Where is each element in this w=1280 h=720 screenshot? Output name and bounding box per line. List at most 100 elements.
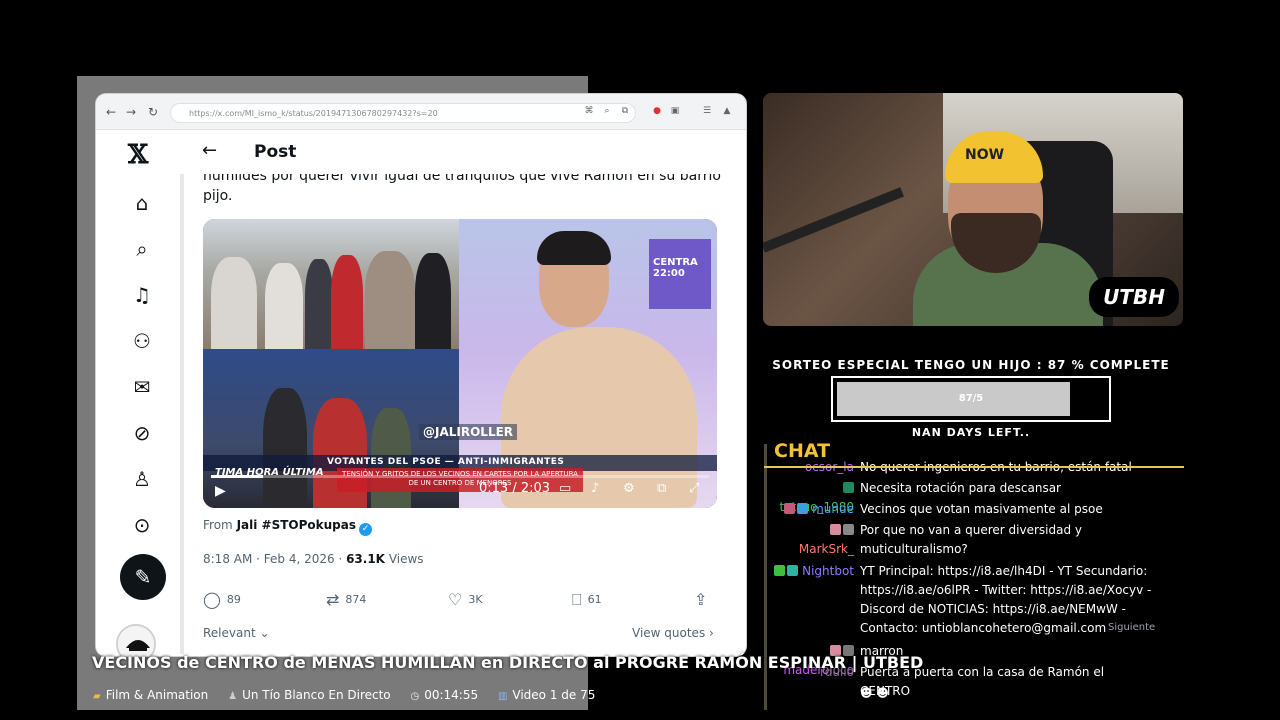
avatar-image — [118, 626, 154, 656]
avatar[interactable] — [116, 624, 156, 656]
chat-list: ocsor_laNo querer ingenieros en tu barri… — [770, 460, 1184, 710]
repost-button[interactable]: ⇄ 874 — [326, 590, 366, 609]
source-account-link[interactable]: Jali #STOPokupas — [237, 518, 356, 532]
play-icon[interactable]: ▶ — [215, 483, 226, 499]
microphone-arm — [763, 187, 904, 253]
profile-menu-icon[interactable]: ▲ — [722, 106, 732, 116]
share-icon[interactable]: ⧉ — [620, 106, 630, 116]
chart-icon: ▥ — [497, 691, 508, 702]
column-divider — [180, 174, 184, 654]
more-icon[interactable]: ⊙ — [129, 512, 155, 538]
verified-badge-icon: ✓ — [359, 523, 373, 536]
volume-icon[interactable]: ♪ — [591, 481, 599, 496]
bookmark-icon: ⎕ — [572, 590, 582, 609]
goal-track: 87/5 — [837, 382, 1105, 416]
goal-progress-bar: 87/5 — [831, 376, 1111, 422]
settings-gear-icon[interactable]: ⚙ — [623, 481, 635, 496]
position-text: Video 1 de 75 — [512, 688, 596, 702]
adblock-icon[interactable]: ● — [652, 106, 662, 116]
from-prefix: From — [203, 518, 233, 532]
stream-frame: ← → ↻ https://x.com/MI_ismo_k/status/201… — [0, 0, 1280, 720]
zoom-icon[interactable]: ⌕ — [602, 106, 612, 116]
extensions-menu-icon[interactable]: ☰ — [702, 106, 712, 116]
clock-icon: ◷ — [410, 691, 420, 702]
chat-username: MarkSrk_ — [798, 542, 854, 556]
follow-icon[interactable]: ⚇ — [129, 328, 155, 354]
repost-count: 874 — [345, 593, 367, 606]
folder-icon: ▰ — [93, 691, 101, 702]
chat-text: Por que no van a querer diversidad y mut… — [860, 523, 1082, 556]
video-crowd-scene — [203, 219, 459, 349]
grok-icon[interactable]: ⊘ — [129, 420, 155, 446]
goal-days-left: NAN DAYS LEFT.. — [911, 426, 1031, 439]
badge-icon — [843, 524, 854, 535]
back-nav-icon[interactable]: ← — [106, 105, 116, 119]
views-count: 63.1K — [346, 552, 385, 566]
like-button[interactable]: ♡ 3K — [448, 590, 483, 609]
translate-icon[interactable]: ⌘ — [584, 106, 594, 116]
pip-icon[interactable]: ⧉ — [657, 481, 666, 496]
repost-icon: ⇄ — [326, 590, 340, 609]
next-video-label[interactable]: Siguiente — [1108, 622, 1155, 633]
bookmark-count: 61 — [587, 593, 602, 606]
video-seek-bar[interactable] — [211, 475, 709, 478]
video-watermark: @JALIROLLER — [419, 424, 518, 440]
bookmark-button[interactable]: ⎕ 61 — [572, 590, 602, 610]
extension-icon[interactable]: ▣ — [670, 106, 680, 116]
user-icon: ♟ — [228, 691, 238, 702]
heart-icon: ♡ — [448, 590, 463, 609]
studio-screen-text: CENTRA 22:00 — [653, 257, 698, 279]
profile-icon[interactable]: ♙ — [129, 466, 155, 492]
video-player[interactable]: CENTRA 22:00 @JALIROLLER VOTANTES DEL PS… — [203, 219, 717, 508]
captions-icon[interactable]: ▭ — [559, 481, 571, 496]
category-text: Film & Animation — [105, 688, 209, 702]
badge-icon — [774, 565, 786, 576]
reply-button[interactable]: ◯ 89 — [203, 590, 241, 609]
share-button[interactable]: ⇪ — [694, 590, 713, 609]
reload-icon[interactable]: ↻ — [148, 105, 158, 119]
goal-title: SORTEO ESPECIAL TENGO UN HIJO : 87 % COM… — [772, 358, 1170, 372]
fullscreen-icon[interactable]: ⤢ — [689, 481, 699, 496]
chat-emote-row: ☻ ☻ — [770, 684, 1184, 703]
messages-icon[interactable]: ✉ — [129, 374, 155, 400]
host-hair — [537, 231, 611, 265]
home-icon[interactable]: ⌂ — [129, 190, 155, 216]
channel-text: Un Tío Blanco En Directo — [242, 688, 391, 702]
search-icon[interactable]: ⌕ — [129, 236, 155, 262]
webcam-feed: NOW UTBH — [763, 93, 1183, 326]
meta-position: ▥ Video 1 de 75 — [498, 688, 595, 702]
forward-nav-icon[interactable]: → — [126, 105, 136, 119]
badge-icon — [784, 503, 796, 514]
video-source-line: From Jali #STOPokupas ✓ — [203, 518, 373, 536]
chat-divider — [764, 466, 1184, 468]
studio-screen: CENTRA 22:00 — [649, 239, 711, 309]
chat-message: munue Vecinos que votan masivamente al ps… — [770, 500, 1184, 519]
reply-sort-dropdown[interactable]: Relevant ⌄ — [203, 626, 270, 640]
reply-count: 89 — [226, 593, 241, 606]
channel-badge: UTBH — [1089, 277, 1179, 317]
x-logo[interactable]: 𝕏 — [128, 140, 148, 170]
chat-text: Vecinos que votan masivamente al psoe — [860, 502, 1103, 516]
badge-icon — [797, 503, 809, 514]
goal-fill-text: 87/5 — [958, 393, 984, 404]
post-timestamp-line: 8:18 AM · Feb 4, 2026 · 63.1K Views — [203, 552, 424, 566]
like-count: 3K — [468, 593, 483, 606]
views-label: Views — [388, 552, 424, 566]
notifications-icon[interactable]: ♫ — [129, 282, 155, 308]
video-time: 0:13 / 2:03 — [479, 481, 551, 496]
video-title: VECINOS de CENTRO de MENAS HUMILLAN en D… — [92, 653, 924, 672]
badge-icon — [830, 524, 841, 535]
post-text-continued: pijo. — [203, 188, 233, 204]
address-bar[interactable]: https://x.com/MI_ismo_k/status/201947130… — [170, 103, 636, 123]
beanie-text: NOW — [965, 147, 1005, 163]
post-timestamp[interactable]: 8:18 AM · Feb 4, 2026 · — [203, 552, 346, 566]
chat-text: Necesita rotación para descansar — [860, 481, 1061, 495]
compose-button[interactable]: ✎ — [120, 554, 166, 600]
back-arrow-icon[interactable]: ← — [202, 140, 217, 161]
chat-text: No querer ingenieros en tu barrio, están… — [860, 460, 1155, 477]
x-sidebar: 𝕏 ⌂ ⌕ ♫ ⚇ ✉ ⊘ ♙ ⊙ ✎ — [96, 130, 186, 656]
chat-message: ocsor_laNo querer ingenieros en tu barri… — [770, 460, 1184, 477]
video-seek-fill — [211, 475, 264, 478]
page-title: Post — [254, 142, 297, 162]
view-quotes-link[interactable]: View quotes › — [632, 626, 714, 640]
